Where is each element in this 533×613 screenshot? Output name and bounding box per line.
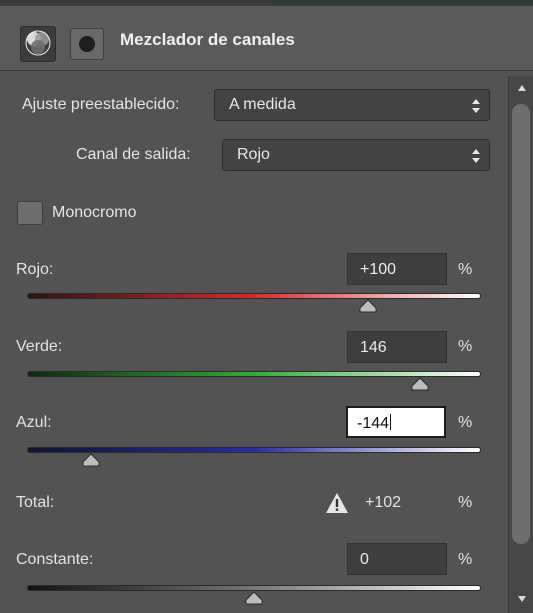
output-channel-value: Rojo xyxy=(237,146,270,163)
select-arrows-icon xyxy=(472,149,480,163)
blue-label: Azul: xyxy=(16,414,52,431)
preset-select[interactable]: A medida xyxy=(214,89,490,121)
properties-header: Mezclador de canales xyxy=(0,6,533,71)
output-channel-label: Canal de salida: xyxy=(76,146,191,163)
red-slider-track[interactable] xyxy=(27,293,481,299)
blue-value-input[interactable]: -144 xyxy=(346,406,446,438)
scroll-down-icon[interactable] xyxy=(517,595,527,603)
top-accent xyxy=(272,0,533,5)
green-slider-thumb[interactable] xyxy=(410,377,430,391)
green-percent: % xyxy=(458,338,473,355)
monochrome-checkbox[interactable] xyxy=(17,201,43,225)
panel-title: Mezclador de canales xyxy=(120,30,295,49)
channel-mixer-panel: Mezclador de canales Ajuste preestableci… xyxy=(0,0,533,613)
total-percent: % xyxy=(458,494,473,511)
scroll-up-icon[interactable] xyxy=(517,84,527,92)
red-slider-thumb[interactable] xyxy=(358,299,378,313)
green-value-input[interactable]: 146 xyxy=(347,331,447,363)
text-caret xyxy=(390,414,392,430)
panel-scrollbar[interactable] xyxy=(508,76,533,613)
blue-value-text: -144 xyxy=(357,415,390,432)
constant-percent: % xyxy=(458,551,473,568)
red-label: Rojo: xyxy=(16,261,54,278)
warning-icon xyxy=(326,493,348,513)
adjustment-layer-icon[interactable] xyxy=(20,26,56,62)
total-label: Total: xyxy=(16,494,55,511)
blue-percent: % xyxy=(458,414,473,431)
blue-slider-thumb[interactable] xyxy=(81,453,101,467)
layer-mask-icon[interactable] xyxy=(70,28,104,60)
preset-label: Ajuste preestablecido: xyxy=(22,96,180,113)
preset-value: A medida xyxy=(229,96,296,113)
red-percent: % xyxy=(458,261,473,278)
red-value-input[interactable]: +100 xyxy=(347,253,447,285)
monochrome-label: Monocromo xyxy=(52,204,137,221)
constant-value-input[interactable]: 0 xyxy=(347,543,447,575)
scrollbar-thumb[interactable] xyxy=(512,104,530,544)
constant-label: Constante: xyxy=(16,551,94,568)
output-channel-select[interactable]: Rojo xyxy=(222,139,490,171)
select-arrows-icon xyxy=(472,99,480,113)
green-label: Verde: xyxy=(16,338,63,355)
constant-slider-thumb[interactable] xyxy=(244,591,264,605)
total-value: +102 xyxy=(365,494,402,511)
